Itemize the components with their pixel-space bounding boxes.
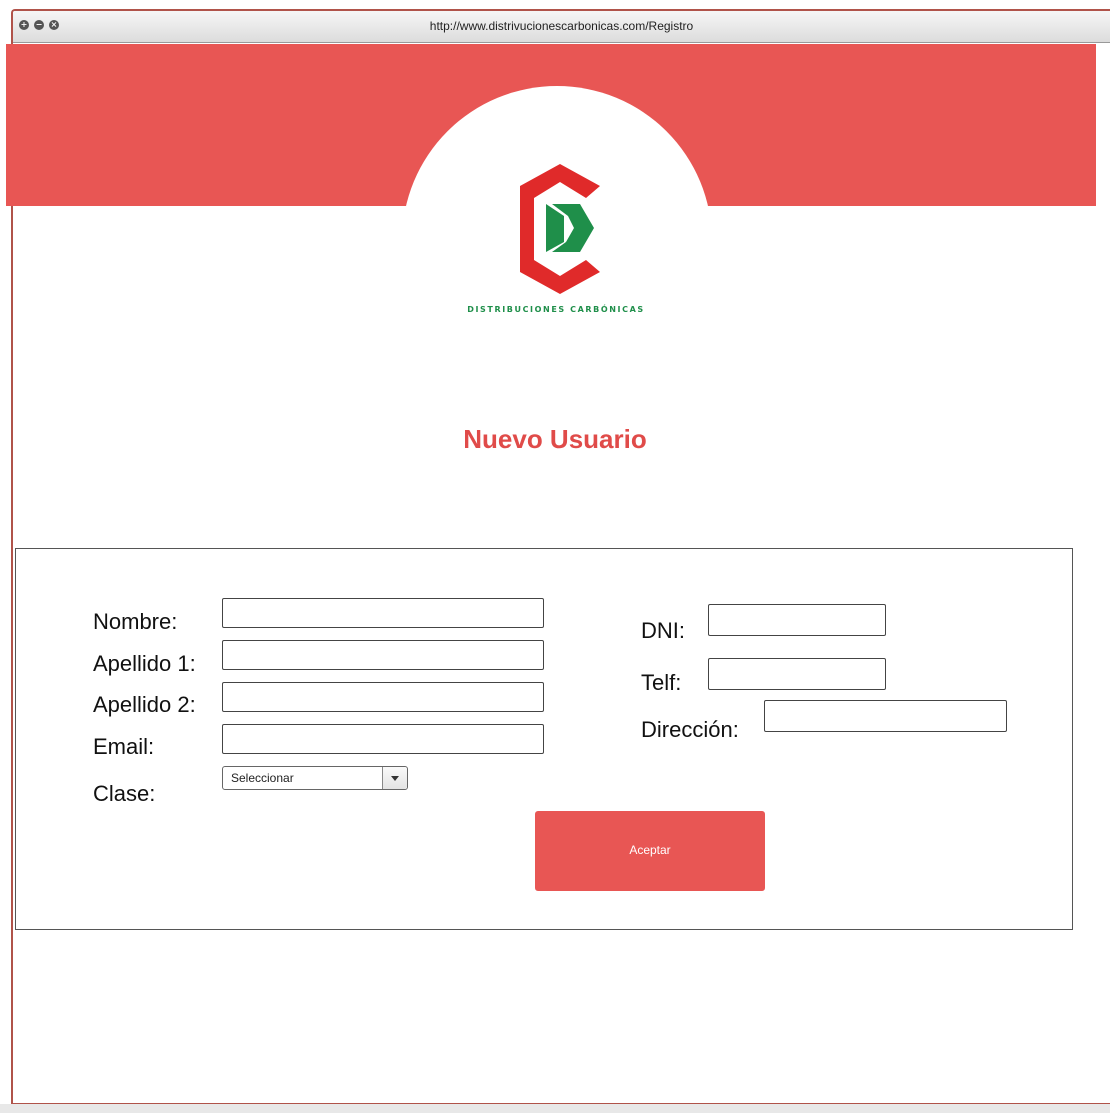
title-bar: + − × http://www.distrivucionescarbonica… [13,11,1110,43]
email-label: Email: [93,734,155,759]
apellido1-input[interactable] [222,640,544,670]
clase-select[interactable]: Seleccionar [222,766,408,790]
dni-input[interactable] [708,604,886,636]
apellido1-label: Apellido 1: [93,651,196,676]
apellido2-label: Apellido 2: [93,692,196,717]
clase-label: Clase: [93,781,156,806]
direccion-label: Dirección: [641,717,739,742]
telf-input[interactable] [708,658,886,690]
address-bar[interactable]: http://www.distrivucionescarbonicas.com/… [13,19,1110,33]
bottom-edge [0,1104,1110,1113]
telf-label: Telf: [641,670,682,695]
nombre-label: Nombre: [93,609,178,634]
dni-label: DNI: [641,618,685,643]
clase-selected-value: Seleccionar [231,771,294,785]
cd-logo-icon [520,164,600,294]
apellido2-input[interactable] [222,682,544,712]
nombre-input[interactable] [222,598,544,628]
email-input[interactable] [222,724,544,754]
direccion-input[interactable] [764,700,1007,732]
brand-name: DISTRIBUCIONES CARBÓNICAS [467,305,645,314]
accept-button[interactable]: Aceptar [535,811,765,891]
page-title: Nuevo Usuario [463,424,647,454]
chevron-down-icon[interactable] [382,767,407,789]
